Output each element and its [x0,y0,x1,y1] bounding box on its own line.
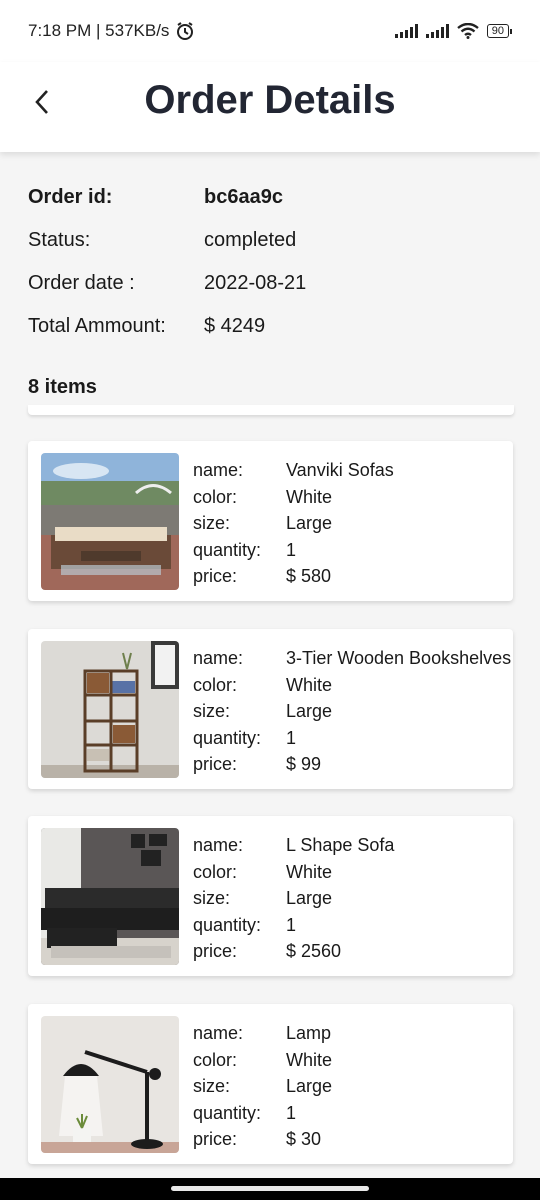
item-size: Large [286,1076,333,1096]
price-label: price: [193,941,238,961]
battery-icon: 90 [486,24,512,38]
item-price: $ 30 [286,1129,322,1149]
app-bar: Order Details [0,62,540,152]
battery-level: 90 [486,24,509,38]
status-time: 7:18 PM | 537KB/s [28,21,170,40]
item-quantity: 1 [286,914,297,935]
item-color: White [286,486,333,507]
price-label: price: [193,1129,238,1149]
item-price: $ 99 [286,754,322,774]
item-name: Vanviki Sofas [286,460,394,480]
item-size: Large [286,701,333,721]
price-label: price: [193,566,238,586]
order-id-value: bc6aa9c [204,186,283,208]
color-label: color: [193,1049,238,1070]
order-item-card[interactable]: name: 3-Tier Wooden Bookshelves color: Whi… [28,629,513,789]
l-shape-sofa-photo [41,828,179,965]
item-color: White [286,861,333,882]
order-item-card[interactable]: name: Lamp color: White size: Large quantit… [28,1004,513,1164]
signal-icon [394,24,418,38]
quantity-label: quantity: [193,539,262,560]
alarm-icon [177,22,194,40]
product-image [41,641,179,778]
desk-lamp-photo [41,1016,179,1153]
home-indicator[interactable] [171,1186,369,1191]
item-color: White [286,674,333,695]
item-size: Large [286,513,333,533]
item-details: name: Lamp color: White size: Large quantit… [193,1020,332,1153]
outdoor-sofa-set-photo [41,453,179,590]
item-color: White [286,1049,333,1070]
size-label: size: [193,888,231,908]
product-image [41,828,179,965]
status-row: Status: completed [28,229,518,272]
quantity-label: quantity: [193,727,262,748]
order-date-value: 2022-08-21 [204,272,307,294]
total-amount-value: $ 4249 [204,315,266,337]
signal-icon-2 [425,24,449,38]
status-value: completed [204,229,297,251]
order-date-label: Order date : [28,272,135,294]
total-amount-label: Total Ammount: [28,315,166,337]
price-label: price: [193,754,238,774]
size-label: size: [193,701,231,721]
page-title: Order Details [144,78,396,122]
item-name: Lamp [286,1023,332,1043]
order-date-row: Order date : 2022-08-21 [28,272,518,315]
name-label: name: [193,460,244,480]
item-details: name: L Shape Sofa color: White size: Large… [193,832,394,965]
item-name: L Shape Sofa [286,835,395,855]
status-bar: 7:18 PM | 537KB/s 90 [0,0,540,62]
order-item-card[interactable]: name: Vanviki Sofas color: White size: Larg… [28,441,513,601]
order-id-label: Order id: [28,186,113,208]
item-name: 3-Tier Wooden Bookshelves [286,648,512,668]
item-details: name: 3-Tier Wooden Bookshelves color: Whi… [193,645,511,778]
name-label: name: [193,648,244,668]
item-price: $ 2560 [286,941,342,961]
bookshelf-photo [41,641,179,778]
size-label: size: [193,513,231,533]
item-size: Large [286,888,333,908]
item-quantity: 1 [286,1102,297,1123]
color-label: color: [193,486,238,507]
product-image [41,1016,179,1153]
list-top-edge [28,405,514,415]
items-count: 8 items [28,376,97,398]
name-label: name: [193,1023,244,1043]
item-quantity: 1 [286,727,297,748]
item-quantity: 1 [286,539,297,560]
size-label: size: [193,1076,231,1096]
product-image [41,453,179,590]
name-label: name: [193,835,244,855]
order-id-row: Order id: bc6aa9c [28,186,518,229]
color-label: color: [193,674,238,695]
order-item-card[interactable]: name: L Shape Sofa color: White size: Large… [28,816,513,976]
item-details: name: Vanviki Sofas color: White size: Larg… [193,457,394,590]
item-price: $ 580 [286,566,332,586]
order-summary: Order id: bc6aa9c Status: completed Orde… [28,186,518,358]
status-label: Status: [28,229,91,251]
navigation-bar [0,1178,540,1200]
wifi-icon [457,23,479,39]
quantity-label: quantity: [193,1102,262,1123]
quantity-label: quantity: [193,914,262,935]
color-label: color: [193,861,238,882]
total-amount-row: Total Ammount: $ 4249 [28,315,518,358]
